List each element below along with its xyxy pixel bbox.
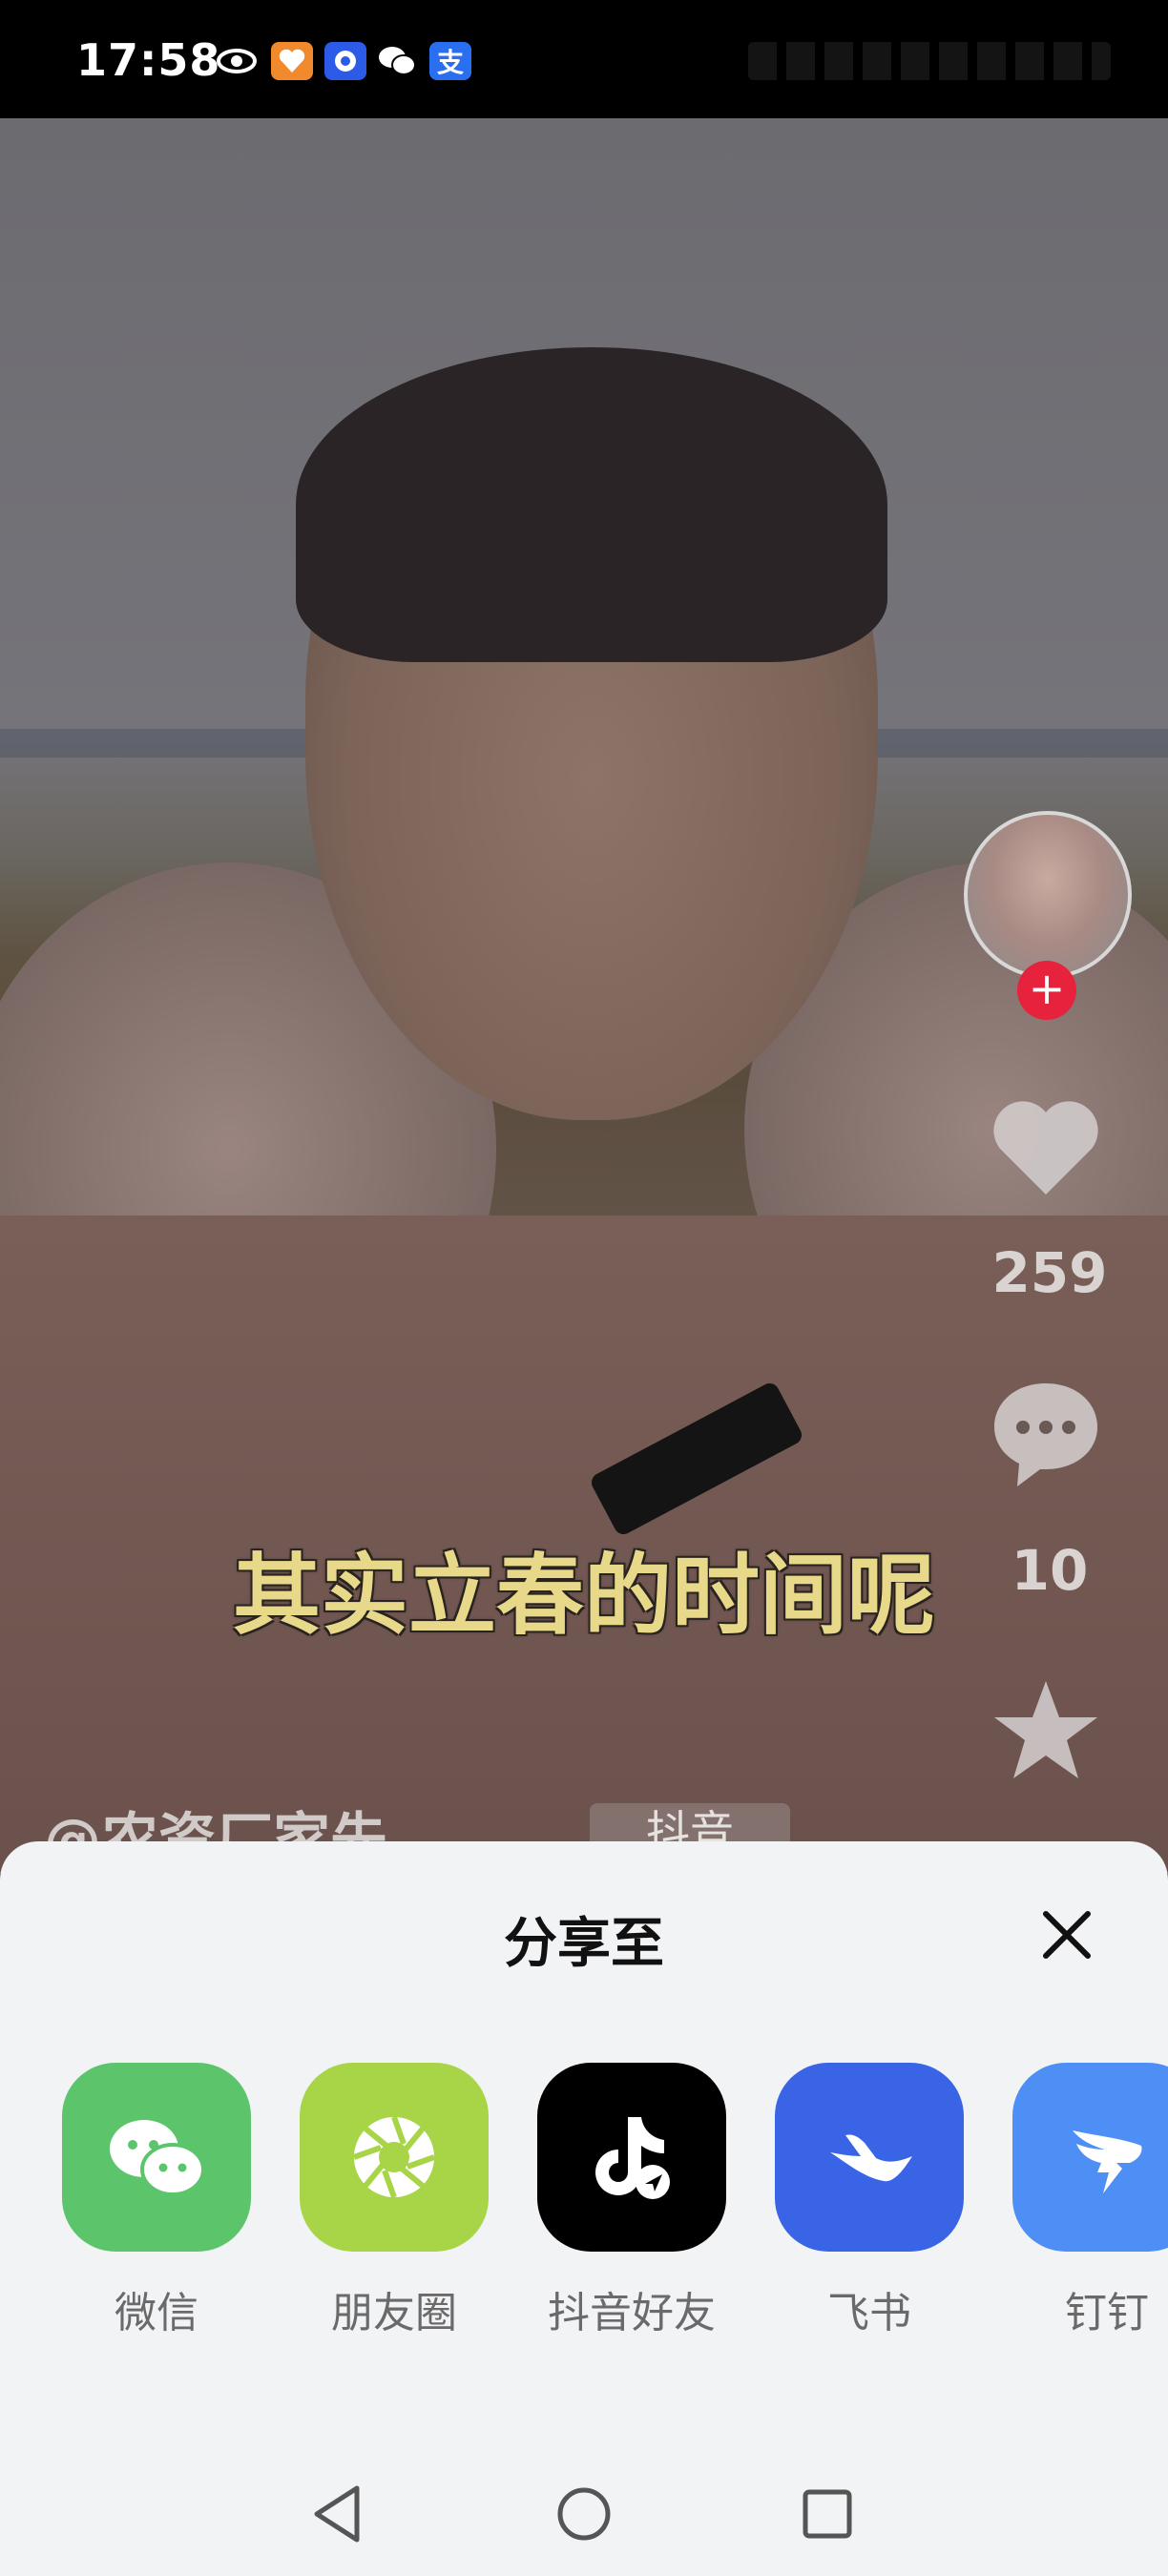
author-avatar[interactable] [964,811,1132,979]
share-label: 飞书 [827,2289,911,2337]
feishu-icon [775,2063,964,2252]
share-label: 钉钉 [1065,2289,1149,2337]
eye-icon [216,42,258,80]
circle-app-icon [324,42,366,80]
like-count: 259 [991,1240,1108,1305]
close-icon[interactable] [1031,1899,1103,1971]
share-dingtalk[interactable]: 钉钉 [1012,2063,1168,2339]
share-label: 抖音好友 [548,2289,716,2337]
wechat-icon [62,2063,251,2252]
share-label: 微信 [115,2289,198,2337]
heart-app-icon [271,42,313,80]
share-sheet-title: 分享至 [504,1913,664,1975]
comment-icon[interactable] [989,1378,1103,1486]
status-indicators [748,42,1111,80]
moments-icon [300,2063,489,2252]
home-icon[interactable] [551,2481,617,2547]
status-time: 17:58 [76,34,221,86]
follow-button[interactable]: + [1017,961,1076,1020]
dingtalk-icon [1012,2063,1168,2252]
share-douyin-friend[interactable]: 抖音好友 [537,2063,728,2339]
share-feishu[interactable]: 飞书 [775,2063,966,2339]
like-icon[interactable] [989,1095,1103,1200]
favorite-star-icon[interactable] [989,1677,1103,1782]
back-icon[interactable] [307,2481,374,2547]
alipay-icon: 支 [429,42,471,80]
wechat-icon [376,42,418,80]
video-figure [296,347,887,662]
share-wechat[interactable]: 微信 [62,2063,253,2339]
share-label: 朋友圈 [331,2289,457,2337]
recents-icon[interactable] [794,2481,861,2547]
video-subtitle: 其实立春的时间呢 [232,1545,935,1647]
douyin-icon [537,2063,726,2252]
share-moments[interactable]: 朋友圈 [300,2063,490,2339]
